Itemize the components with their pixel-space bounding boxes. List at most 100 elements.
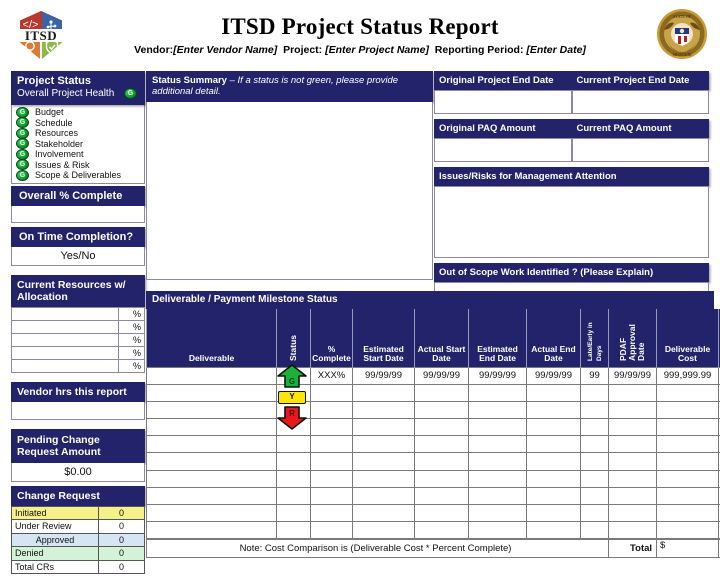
cell-est-end[interactable] xyxy=(468,486,527,506)
cell-status[interactable] xyxy=(276,486,311,506)
cell-est-end[interactable] xyxy=(468,469,527,488)
cell-act-start[interactable] xyxy=(414,469,469,488)
cell-deliverable[interactable] xyxy=(146,383,277,402)
vendor-hours-field[interactable] xyxy=(11,401,145,420)
cell-act-end[interactable] xyxy=(526,503,581,523)
cell-act-end[interactable] xyxy=(526,452,581,471)
cr-count-denied[interactable]: 0 xyxy=(98,546,145,561)
cell-status[interactable] xyxy=(276,435,311,454)
cell-pct-complete[interactable] xyxy=(310,486,353,506)
cell-pdaf-date[interactable] xyxy=(608,503,657,523)
cell-late-early[interactable] xyxy=(580,521,609,540)
cell-est-start[interactable] xyxy=(352,469,415,488)
cell-pct-complete[interactable] xyxy=(310,469,353,488)
cell-act-end[interactable] xyxy=(526,521,581,540)
cell-deliverable-cost[interactable] xyxy=(656,469,719,488)
cell-deliverable-cost[interactable] xyxy=(656,486,719,506)
cell-status[interactable] xyxy=(276,503,311,523)
cell-est-start[interactable] xyxy=(352,418,415,437)
cell-pct-complete[interactable]: XXX% xyxy=(310,366,353,385)
cell-act-start[interactable] xyxy=(414,400,469,420)
status-summary-textarea[interactable] xyxy=(146,102,433,280)
resource-name-cell[interactable] xyxy=(11,319,119,334)
table-row[interactable] xyxy=(146,486,720,506)
table-row[interactable]: Under Review 0 xyxy=(11,519,145,534)
table-row[interactable] xyxy=(146,521,720,540)
cell-act-end[interactable] xyxy=(526,435,581,454)
cell-act-end[interactable] xyxy=(526,486,581,506)
cell-est-end[interactable] xyxy=(468,418,527,437)
table-row[interactable]: % xyxy=(11,332,145,347)
table-row[interactable]: % xyxy=(11,319,145,334)
cell-est-start[interactable] xyxy=(352,521,415,540)
overall-pct-complete-field[interactable] xyxy=(11,205,145,223)
cell-status[interactable] xyxy=(276,469,311,488)
cell-pdaf-date[interactable] xyxy=(608,400,657,420)
cell-act-start[interactable] xyxy=(414,521,469,540)
cell-pdaf-date[interactable] xyxy=(608,418,657,437)
cell-late-early[interactable]: 99 xyxy=(580,366,609,385)
cell-est-end[interactable] xyxy=(468,503,527,523)
cell-deliverable[interactable] xyxy=(146,486,277,506)
table-row[interactable]: Total CRs 0 xyxy=(11,559,145,574)
cell-status[interactable] xyxy=(276,452,311,471)
cell-late-early[interactable] xyxy=(580,503,609,523)
resource-name-cell[interactable] xyxy=(11,345,119,360)
resource-pct-cell[interactable]: % xyxy=(118,332,145,347)
cell-act-start[interactable] xyxy=(414,486,469,506)
table-row[interactable] xyxy=(146,452,720,471)
resource-name-cell[interactable] xyxy=(11,332,119,347)
resource-pct-cell[interactable]: % xyxy=(118,319,145,334)
cell-act-end[interactable] xyxy=(526,418,581,437)
resource-name-cell[interactable] xyxy=(11,358,119,373)
original-paq-field[interactable] xyxy=(434,138,572,162)
cell-est-start[interactable]: 99/99/99 xyxy=(352,366,415,385)
cell-pct-complete[interactable] xyxy=(310,418,353,437)
cell-act-start[interactable] xyxy=(414,418,469,437)
status-yellow-box-icon[interactable]: Y xyxy=(278,391,306,404)
table-row[interactable] xyxy=(146,418,720,437)
issues-risks-textarea[interactable] xyxy=(434,186,709,258)
cell-est-start[interactable] xyxy=(352,486,415,506)
cell-status[interactable] xyxy=(276,521,311,540)
cell-pct-complete[interactable] xyxy=(310,435,353,454)
cell-act-end[interactable] xyxy=(526,400,581,420)
cell-deliverable[interactable] xyxy=(146,503,277,523)
cell-deliverable-cost[interactable]: 999,999.99 xyxy=(656,366,719,385)
cell-est-end[interactable]: 99/99/99 xyxy=(468,366,527,385)
cell-pdaf-date[interactable] xyxy=(608,521,657,540)
current-end-date-field[interactable] xyxy=(571,90,709,114)
table-row[interactable] xyxy=(146,503,720,523)
cell-late-early[interactable] xyxy=(580,452,609,471)
cell-deliverable-cost[interactable] xyxy=(656,418,719,437)
cr-count-under-review[interactable]: 0 xyxy=(98,519,145,534)
table-row[interactable] xyxy=(146,435,720,454)
cell-late-early[interactable] xyxy=(580,469,609,488)
pending-change-amount[interactable]: $0.00 xyxy=(11,462,145,482)
cell-est-end[interactable] xyxy=(468,383,527,402)
cell-est-end[interactable] xyxy=(468,452,527,471)
cell-pdaf-date[interactable] xyxy=(608,469,657,488)
cell-pct-complete[interactable] xyxy=(310,400,353,420)
cell-act-end[interactable] xyxy=(526,469,581,488)
cell-deliverable[interactable] xyxy=(146,452,277,471)
cr-count-approved[interactable]: 0 xyxy=(98,532,145,547)
table-row[interactable]: Initiated 0 xyxy=(11,505,145,520)
table-row[interactable]: XXX% 99/99/99 99/99/99 99/99/99 99/99/99… xyxy=(146,366,720,385)
cell-act-start[interactable] xyxy=(414,383,469,402)
cell-pct-complete[interactable] xyxy=(310,521,353,540)
cell-deliverable[interactable] xyxy=(146,418,277,437)
resource-pct-cell[interactable]: % xyxy=(118,345,145,360)
cell-act-start[interactable] xyxy=(414,452,469,471)
original-end-date-field[interactable] xyxy=(434,90,572,114)
table-row[interactable] xyxy=(146,400,720,420)
cell-est-end[interactable] xyxy=(468,521,527,540)
current-paq-field[interactable] xyxy=(571,138,709,162)
cell-deliverable[interactable] xyxy=(146,521,277,540)
table-row[interactable]: % xyxy=(11,306,145,321)
table-row[interactable]: % xyxy=(11,358,145,373)
resource-pct-cell[interactable]: % xyxy=(118,306,145,321)
cell-act-end[interactable]: 99/99/99 xyxy=(526,366,581,385)
cell-pdaf-date[interactable] xyxy=(608,383,657,402)
status-green-up-arrow-icon[interactable]: G xyxy=(276,364,308,388)
